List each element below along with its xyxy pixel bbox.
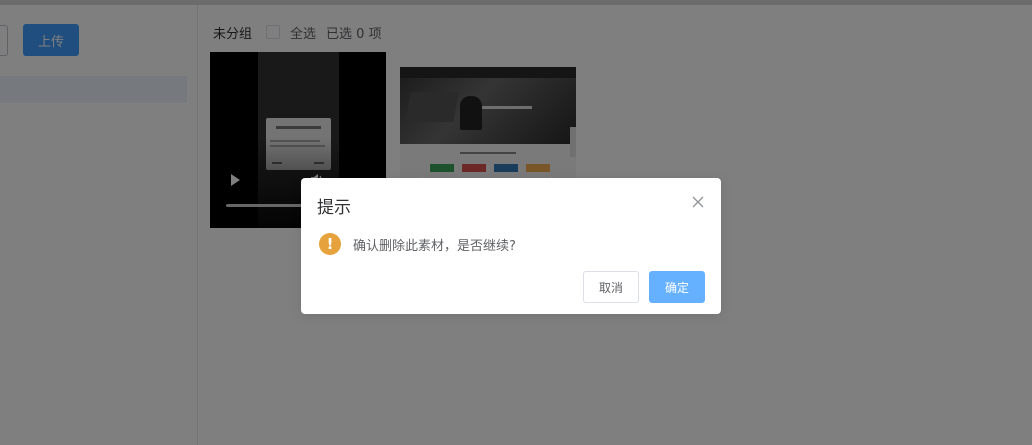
dialog-title: 提示 bbox=[317, 198, 351, 218]
warning-icon: ! bbox=[319, 233, 341, 255]
close-icon[interactable] bbox=[691, 195, 705, 209]
dialog-message: 确认删除此素材，是否继续? bbox=[353, 239, 516, 254]
cancel-button[interactable]: 取消 bbox=[583, 271, 639, 303]
confirm-button[interactable]: 确定 bbox=[649, 271, 705, 303]
confirm-dialog: 提示 ! 确认删除此素材，是否继续? 取消 确定 bbox=[301, 178, 721, 314]
